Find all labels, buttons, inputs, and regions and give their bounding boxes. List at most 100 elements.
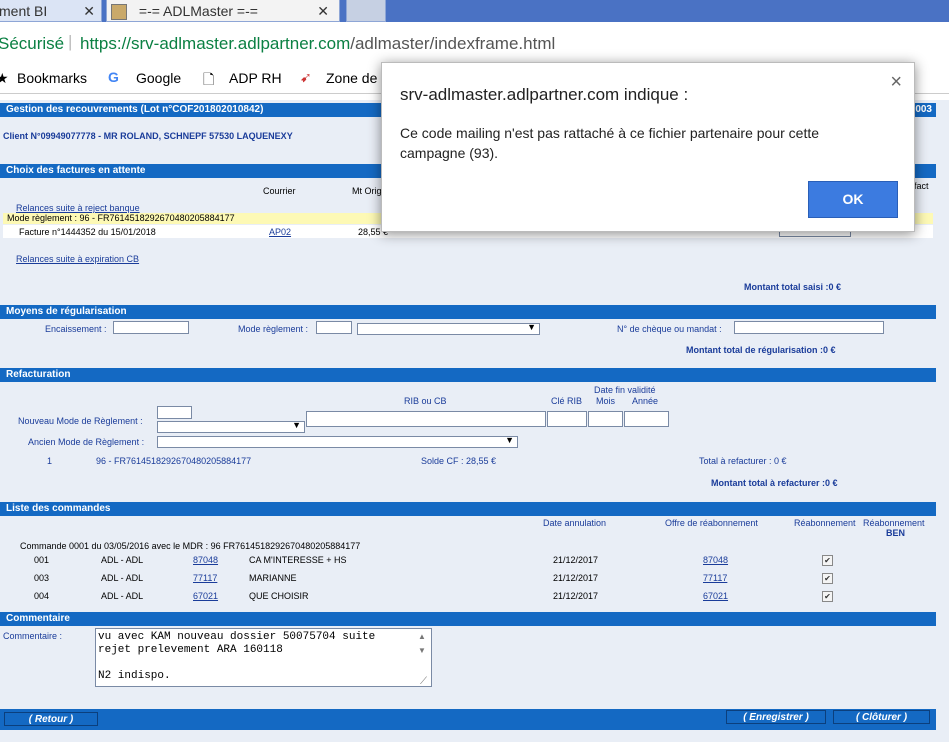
col-ben: BEN: [886, 528, 906, 538]
rib-input[interactable]: [306, 411, 546, 427]
nouveau-mode-label: Nouveau Mode de Règlement :: [18, 416, 143, 426]
link-relances-rejet[interactable]: Relances suite à reject banque: [16, 203, 140, 213]
commande-titre: CA M'INTERESSE + HS: [249, 555, 347, 565]
cle-rib-label: Clé RIB: [551, 396, 583, 406]
url-path: /adlmaster/indexframe.html: [350, 34, 556, 53]
section-commandes: Liste des commandes: [0, 502, 936, 516]
ancien-mode-label: Ancien Mode de Règlement :: [28, 437, 145, 447]
browser-tab-adlmaster[interactable]: =-= ADLMaster =-= ✕: [106, 0, 340, 22]
mode-reglement-label: Mode règlement :: [238, 324, 309, 334]
dialog-title: srv-adlmaster.adlpartner.com indique :: [400, 85, 689, 104]
facture-label: Facture n°1444352 du 15/01/2018: [19, 227, 156, 237]
offre-link[interactable]: 87048: [703, 555, 728, 565]
table-row: 003 ADL - ADL 77117 MARIANNE 21/12/2017 …: [0, 571, 936, 589]
commande-num: 003: [34, 573, 50, 583]
cheque-input[interactable]: [734, 321, 884, 334]
col-mt-orig: Mt Orig: [352, 186, 382, 196]
commande-code-link[interactable]: 77117: [193, 573, 217, 583]
retour-button[interactable]: ( Retour ): [4, 712, 98, 726]
new-tab-button[interactable]: [346, 0, 386, 22]
date-fin-label: Date fin validité: [594, 385, 656, 395]
google-icon: G: [108, 69, 119, 85]
refact-line-num: 1: [47, 456, 53, 466]
page-icon: 🗋: [203, 71, 215, 87]
page-title: Gestion des recouvrements (Lot n°COF2018…: [6, 104, 264, 115]
col-courrier: Courrier: [263, 186, 296, 196]
reabonnement-checkbox[interactable]: ✔: [822, 573, 833, 584]
bookmark-item-adp[interactable]: ADP RH: [229, 70, 282, 86]
nouveau-mode-code-input[interactable]: [157, 406, 192, 419]
mois-input[interactable]: [588, 411, 623, 427]
mode-reglement-text: Mode règlement : 96 - FR7614518292670480…: [7, 213, 235, 223]
col-date-annulation: Date annulation: [543, 518, 607, 528]
nouveau-mode-select[interactable]: ▼: [157, 420, 305, 433]
total-a-refacturer: Total à refacturer : 0 €: [699, 456, 787, 466]
commande-header: Commande 0001 du 03/05/2016 avec le MDR …: [20, 541, 361, 551]
commande-date: 21/12/2017: [553, 555, 599, 565]
bookmark-item-bookmarks[interactable]: Bookmarks: [17, 70, 87, 86]
bookmark-item-zone[interactable]: Zone de: [326, 70, 377, 86]
cle-rib-input[interactable]: [547, 411, 587, 427]
security-label: Sécurisé: [0, 34, 65, 53]
commentaire-label: Commentaire :: [3, 631, 63, 641]
chevron-down-icon: ▼: [527, 322, 536, 332]
commentaire-textarea[interactable]: vu avec KAM nouveau dossier 50075704 sui…: [95, 628, 432, 687]
table-row: 001 ADL - ADL 87048 CA M'INTERESSE + HS …: [0, 553, 936, 571]
encaissement-input[interactable]: [113, 321, 189, 334]
browser-tab-bi[interactable]: ment BI ✕: [0, 0, 102, 22]
textarea-scrollbar[interactable]: ▲ ▼: [414, 630, 430, 670]
resize-handle-icon[interactable]: ⟋: [420, 676, 427, 687]
refact-line-mode: 96 - FR7614518292670480205884177: [96, 456, 252, 466]
encaissement-label: Encaissement :: [45, 324, 107, 334]
mois-label: Mois: [596, 396, 616, 406]
tab-title: ment BI: [0, 3, 48, 19]
commande-date: 21/12/2017: [553, 591, 599, 601]
close-icon[interactable]: ×: [890, 71, 902, 94]
offre-link[interactable]: 77117: [703, 573, 727, 583]
client-info: Client N°09949077778 - MR ROLAND, SCHNEP…: [3, 131, 293, 141]
commande-code-link[interactable]: 67021: [193, 591, 218, 601]
cheque-label: N° de chèque ou mandat :: [617, 324, 722, 334]
commande-adl: ADL - ADL: [101, 555, 144, 565]
address-bar: Sécurisé | https://srv-adlmaster.adlpart…: [0, 22, 949, 67]
alert-dialog: srv-adlmaster.adlpartner.com indique : ×…: [381, 62, 915, 232]
commandes-table: 001 ADL - ADL 87048 CA M'INTERESSE + HS …: [0, 553, 936, 607]
mode-code-input[interactable]: [316, 321, 352, 334]
dialog-message: Ce code mailing n'est pas rattaché à ce …: [400, 125, 820, 161]
chevron-down-icon: ▼: [292, 420, 301, 430]
favicon-icon: [111, 4, 127, 21]
annee-input[interactable]: [624, 411, 669, 427]
commande-adl: ADL - ADL: [101, 591, 144, 601]
url-field[interactable]: https://srv-adlmaster.adlpartner.com/adl…: [80, 34, 555, 54]
commande-date: 21/12/2017: [553, 573, 599, 583]
offre-link[interactable]: 67021: [703, 591, 728, 601]
col-offre: Offre de réabonnement: [665, 518, 758, 528]
solde-cf: Solde CF : 28,55 €: [421, 456, 497, 466]
mode-reglement-select[interactable]: ▼: [357, 322, 540, 335]
url-host: https://srv-adlmaster.adlpartner.com: [80, 34, 351, 53]
cloturer-button[interactable]: ( Clôturer ): [833, 710, 930, 724]
commande-adl: ADL - ADL: [101, 573, 144, 583]
col-reabonnement: Réabonnement: [794, 518, 856, 528]
close-icon[interactable]: ✕: [83, 0, 95, 22]
reabonnement-checkbox[interactable]: ✔: [822, 591, 833, 602]
montant-total-refacturer: Montant total à refacturer :0 €: [711, 478, 838, 488]
col-fact: fact: [914, 181, 929, 191]
reabonnement-checkbox[interactable]: ✔: [822, 555, 833, 566]
browser-tab-strip: ment BI ✕ =-= ADLMaster =-= ✕: [0, 0, 949, 22]
total-regularisation: Montant total de régularisation :0 €: [686, 345, 836, 355]
courrier-link[interactable]: AP02: [269, 227, 291, 237]
section-commentaire: Commentaire: [0, 612, 936, 626]
commande-code-link[interactable]: 87048: [193, 555, 218, 565]
ancien-mode-select[interactable]: ▼: [157, 435, 518, 448]
commande-titre: QUE CHOISIR: [249, 591, 309, 601]
ok-button[interactable]: OK: [808, 181, 898, 218]
annee-label: Année: [632, 396, 659, 406]
enregistrer-button[interactable]: ( Enregistrer ): [726, 710, 826, 724]
commande-num: 001: [34, 555, 50, 565]
bookmark-favicon-icon: ➹: [300, 69, 312, 85]
bookmark-item-google[interactable]: Google: [136, 70, 181, 86]
link-relances-cb[interactable]: Relances suite à expiration CB: [16, 254, 139, 264]
bookmark-star-icon: ★: [0, 70, 9, 86]
close-icon[interactable]: ✕: [317, 0, 329, 22]
